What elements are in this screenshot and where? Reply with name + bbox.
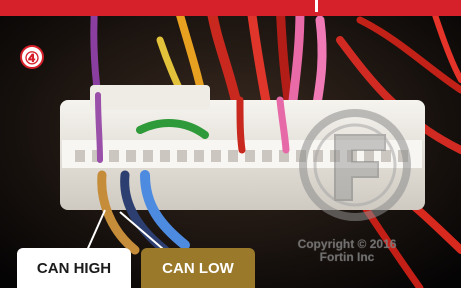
can-high-label: CAN HIGH	[17, 248, 131, 288]
can-low-label: CAN LOW	[141, 248, 255, 288]
copyright-watermark: Copyright © 2016 Fortin Inc	[282, 238, 412, 264]
company-line: Fortin Inc	[319, 250, 375, 264]
step-number-badge: ④	[20, 45, 44, 69]
top-bar-divider	[315, 0, 318, 12]
photo-scene: ④ Copyright © 2016 Fortin Inc CAN HIGH C…	[0, 0, 461, 288]
